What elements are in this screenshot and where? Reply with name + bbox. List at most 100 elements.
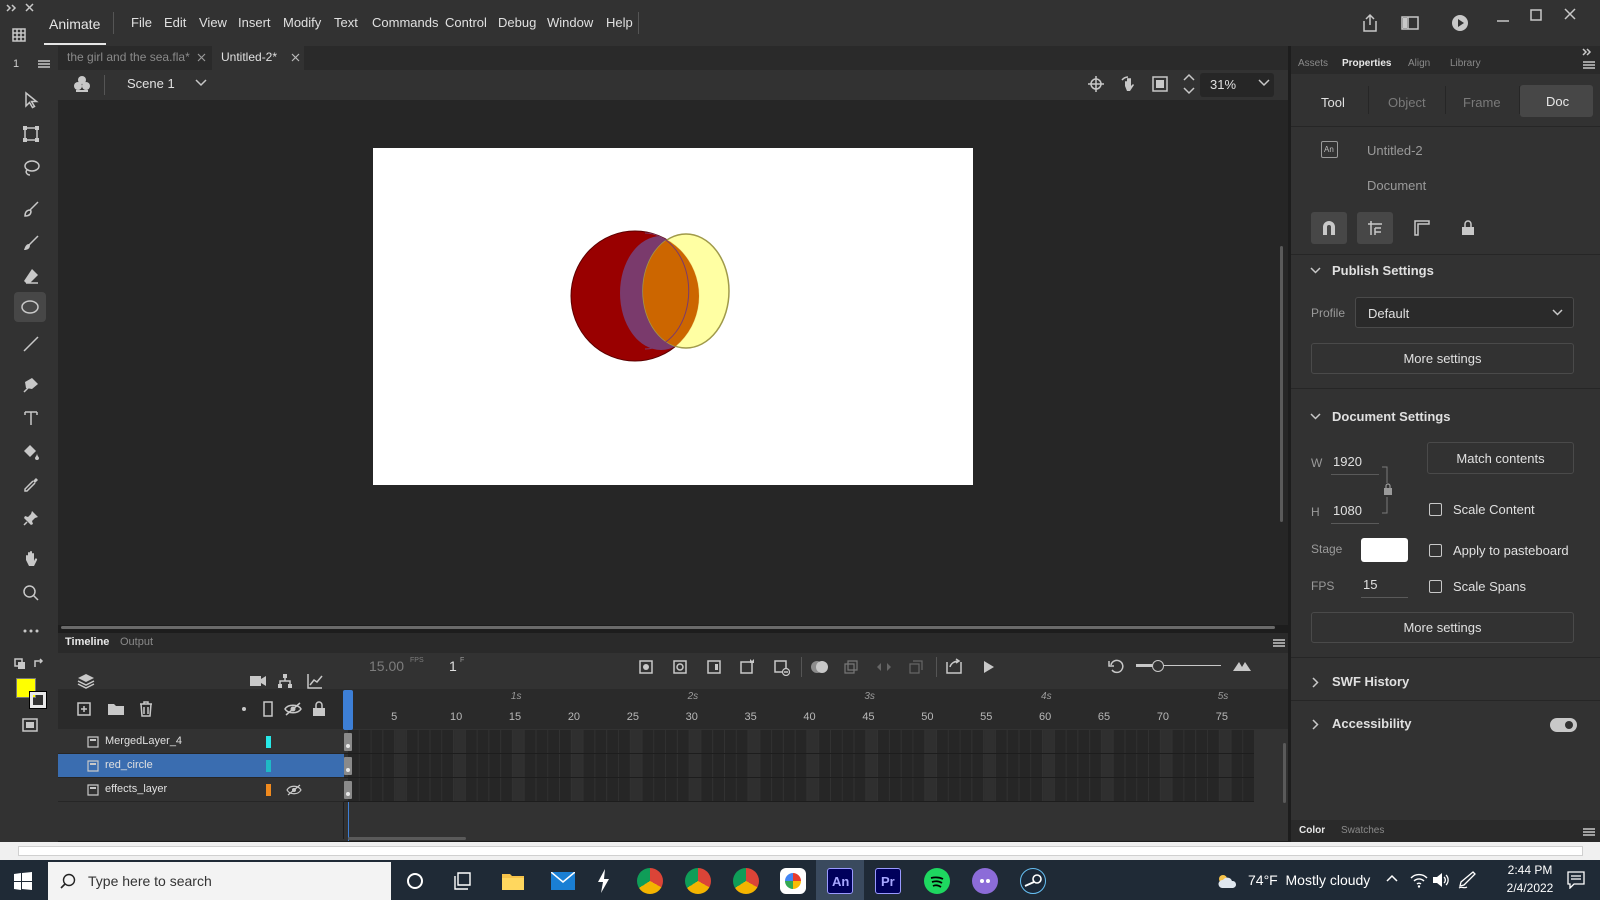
frame-cell[interactable]	[1184, 730, 1196, 802]
fps-value[interactable]: 15.00	[369, 658, 404, 674]
frame-cell[interactable]	[430, 730, 442, 802]
frame-cell[interactable]	[1066, 730, 1078, 802]
tab-swatches[interactable]: Swatches	[1341, 825, 1384, 836]
edit-symbols-icon[interactable]	[73, 75, 91, 93]
timeline-vertical-scrollbar[interactable]	[1283, 743, 1286, 803]
frame-cell[interactable]	[889, 730, 901, 802]
frame-cell[interactable]	[783, 730, 795, 802]
chrome-icon[interactable]	[637, 868, 663, 894]
chrome-icon[interactable]	[733, 868, 759, 894]
frame-cell[interactable]	[937, 730, 948, 802]
frame-cell[interactable]	[1019, 730, 1031, 802]
tab-output[interactable]: Output	[120, 636, 153, 648]
snap-to-pixels-button[interactable]	[1357, 212, 1393, 244]
menu-insert[interactable]: Insert	[238, 15, 271, 30]
paint-brush-tool-icon[interactable]	[18, 196, 44, 222]
frame-cell[interactable]	[854, 730, 866, 802]
frame-cell[interactable]	[607, 730, 618, 802]
hand-tool-icon[interactable]	[18, 546, 44, 572]
frame-cell[interactable]	[642, 730, 654, 802]
layer-row[interactable]: effects_layer	[58, 778, 344, 802]
document-more-settings-button[interactable]: More settings	[1311, 612, 1574, 643]
width-field[interactable]: 1920	[1333, 454, 1362, 469]
discord-icon[interactable]	[972, 868, 998, 894]
panel-menu-icon[interactable]	[1583, 61, 1595, 69]
publish-settings-title[interactable]: Publish Settings	[1332, 263, 1434, 278]
subtab-doc[interactable]: Doc	[1520, 85, 1593, 117]
frame-cell[interactable]	[689, 730, 701, 802]
frame-cell[interactable]	[395, 730, 406, 802]
tab-document[interactable]: the girl and the sea.fla*	[58, 46, 210, 70]
swf-history-title[interactable]: SWF History	[1332, 674, 1409, 689]
text-tool-icon[interactable]	[18, 405, 44, 431]
layer-color-indicator[interactable]	[266, 736, 271, 748]
weather-text[interactable]: 74°F Mostly cloudy	[1248, 872, 1370, 888]
frame-cell[interactable]	[1101, 730, 1113, 802]
test-movie-icon[interactable]	[1451, 14, 1469, 32]
fit-frames-icon[interactable]	[1232, 660, 1252, 672]
task-view-icon[interactable]	[454, 872, 474, 890]
frame-cell[interactable]	[819, 730, 830, 802]
frame-cell[interactable]	[359, 730, 371, 802]
insert-keyframe-icon[interactable]	[639, 660, 653, 674]
keyframe-marker[interactable]	[344, 781, 352, 799]
link-proportions-icon[interactable]	[1381, 466, 1395, 514]
tab-library[interactable]: Library	[1450, 58, 1481, 69]
hidden-eye-icon[interactable]	[286, 784, 302, 796]
snap-to-objects-button[interactable]	[1311, 212, 1347, 244]
new-layer-icon[interactable]	[77, 702, 91, 716]
frame-cell[interactable]	[901, 730, 913, 802]
cortana-icon[interactable]	[406, 872, 424, 890]
chevron-up-icon[interactable]	[1386, 874, 1398, 882]
rulers-button[interactable]	[1404, 212, 1440, 244]
hide-all-icon[interactable]	[284, 702, 302, 716]
eraser-tool-icon[interactable]	[18, 263, 44, 289]
share-icon[interactable]	[1361, 13, 1379, 33]
frame-cell[interactable]	[524, 730, 536, 802]
chrome-icon[interactable]	[685, 868, 711, 894]
frame-cell[interactable]	[1078, 730, 1090, 802]
panel-layout-icon[interactable]	[1401, 15, 1419, 31]
layer-row[interactable]: red_circle	[58, 754, 344, 778]
stage-horizontal-scrollbar[interactable]	[61, 626, 1275, 629]
menu-text[interactable]: Text	[334, 15, 358, 30]
mail-icon[interactable]	[551, 872, 575, 890]
minimize-icon[interactable]	[1496, 14, 1510, 28]
steam-icon[interactable]	[1020, 868, 1046, 894]
search-box[interactable]: Type here to search	[48, 862, 391, 900]
playhead[interactable]	[343, 690, 353, 730]
stage-canvas[interactable]	[373, 148, 973, 485]
delete-layer-icon[interactable]	[139, 701, 153, 717]
frame-cell[interactable]	[748, 730, 760, 802]
match-contents-button[interactable]: Match contents	[1427, 442, 1574, 474]
menu-control[interactable]: Control	[445, 15, 487, 30]
menu-modify[interactable]: Modify	[283, 15, 321, 30]
publish-more-settings-button[interactable]: More settings	[1311, 343, 1574, 374]
volume-icon[interactable]	[1432, 872, 1450, 888]
frame-cell[interactable]	[1207, 730, 1219, 802]
frame-cell[interactable]	[630, 730, 642, 802]
frame-cell[interactable]	[1149, 730, 1160, 802]
frame-cell[interactable]	[807, 730, 819, 802]
keyframe-marker[interactable]	[344, 757, 352, 775]
frame-cell[interactable]	[1243, 730, 1254, 802]
frame-cell[interactable]	[830, 730, 842, 802]
workspace-grid-icon[interactable]	[11, 27, 27, 43]
tab-properties[interactable]: Properties	[1342, 58, 1391, 69]
layer-name[interactable]: effects_layer	[105, 783, 167, 795]
frame-cell[interactable]	[1090, 730, 1101, 802]
frame-cell[interactable]	[560, 730, 571, 802]
layer-parenting-icon[interactable]	[277, 673, 293, 689]
frame-cell[interactable]	[477, 730, 489, 802]
close-tab-icon[interactable]	[291, 53, 300, 62]
frames-grid[interactable]	[344, 730, 1254, 835]
zoom-stepper-icon[interactable]	[1183, 73, 1195, 95]
frame-cell[interactable]	[383, 730, 395, 802]
stroke-color-swatch[interactable]	[29, 691, 47, 709]
weather-cloud-icon[interactable]	[1216, 872, 1238, 890]
collapse-panel-icon[interactable]	[1582, 48, 1592, 56]
swap-frames-icon[interactable]	[909, 660, 923, 674]
highlight-dot-icon[interactable]	[242, 707, 246, 711]
frame-cell[interactable]	[1231, 730, 1243, 802]
expand-icon[interactable]	[6, 4, 18, 12]
